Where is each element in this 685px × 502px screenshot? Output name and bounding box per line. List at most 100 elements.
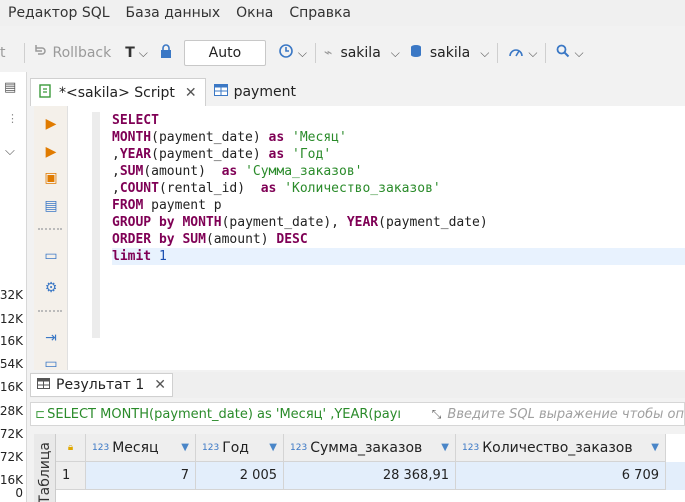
menu-database[interactable]: База данных — [126, 5, 221, 21]
column-header-count[interactable]: 123 Количество_заказов ▼ — [456, 434, 666, 462]
code-token: , — [112, 164, 120, 179]
code-line[interactable]: ,COUNT(rental_id) as 'Количество_заказов… — [112, 180, 685, 197]
tab-result-1[interactable]: Результат 1 ✕ — [30, 373, 173, 397]
tab-sakila-script[interactable]: *<sakila> Script ✕ — [30, 78, 206, 106]
code-line[interactable]: MONTH(payment_date) as 'Месяц' — [112, 129, 685, 146]
gutter-divider — [38, 310, 62, 316]
chevron-down-icon[interactable]: ⌵ — [528, 46, 537, 61]
tab-label: payment — [233, 84, 296, 100]
commit-button-fragment[interactable]: t — [0, 45, 6, 61]
gutter-divider — [38, 228, 62, 234]
column-header-sum[interactable]: 123 Сумма_заказов ▼ — [284, 434, 456, 462]
table-size: 0 — [15, 486, 23, 500]
cell-year[interactable]: 2 005 — [196, 462, 284, 490]
rollback-icon — [33, 44, 47, 62]
chevron-down-icon[interactable]: ⌵ — [5, 144, 15, 159]
grid-mode-tab[interactable]: Таблица — [34, 434, 56, 502]
line-number-ruler — [92, 112, 100, 338]
menu-help[interactable]: Справка — [289, 5, 351, 21]
database-icon — [410, 44, 422, 62]
explain-plan-icon[interactable]: ▤ — [43, 198, 59, 214]
dashboard-icon[interactable] — [508, 44, 524, 62]
code-line[interactable]: GROUP by MONTH(payment_date), YEAR(payme… — [112, 214, 685, 231]
chevron-down-icon[interactable]: ⌵ — [574, 46, 583, 61]
table-size: 16K — [0, 473, 23, 487]
panel-more-icon[interactable]: ⋮ — [7, 112, 18, 125]
format-icon[interactable]: ▭ — [43, 356, 59, 372]
code-token: as — [260, 181, 277, 196]
grid-corner-cell[interactable]: 🔒︎ — [56, 434, 86, 462]
code-token: 'Год' — [292, 147, 332, 162]
chevron-down-icon[interactable]: ⌵ — [139, 46, 148, 61]
row-number[interactable]: 1 — [56, 462, 86, 490]
code-token: as — [221, 164, 238, 179]
menu-windows[interactable]: Окна — [236, 5, 273, 21]
sort-triangle-icon[interactable]: ▼ — [181, 442, 189, 453]
chevron-down-icon[interactable]: ⌵ — [391, 46, 400, 61]
sql-script-icon — [39, 83, 53, 102]
toolbar-separator — [23, 43, 25, 63]
execute-statement-icon[interactable]: ▶ — [43, 116, 59, 132]
rollback-button[interactable]: Rollback — [53, 45, 112, 61]
panel-menu-icon[interactable]: ▤ — [4, 80, 16, 95]
active-datasource[interactable]: sakila — [340, 45, 380, 61]
table-size: 72K — [0, 427, 23, 441]
code-token: 'Сумма_заказов' — [245, 164, 363, 179]
tab-label: *<sakila> Script — [59, 84, 175, 101]
code-token: 'Количество_заказов' — [284, 181, 441, 196]
cell-sum[interactable]: 28 368,91 — [284, 462, 456, 490]
table-size: 72K — [0, 450, 23, 464]
expand-icon[interactable]: ⤡ — [432, 407, 442, 422]
code-line[interactable]: ORDER by SUM(amount) DESC — [112, 231, 685, 248]
tab-label: Результат 1 — [56, 377, 145, 393]
code-token: YEAR — [346, 215, 379, 230]
results-filter-bar: ⊏ SELECT MONTH(payment_date) as 'Месяц' … — [30, 402, 685, 426]
results-grid: 🔒︎ 123 Месяц ▼ 123 Год ▼ 123 Сумма_заказ… — [56, 434, 685, 502]
grid-mode-label: Таблица — [37, 442, 53, 502]
datasource-icon: ⌁ — [324, 45, 333, 61]
table-size: 12K — [0, 312, 23, 326]
code-token: 'Месяц' — [292, 130, 347, 145]
code-token: MONTH — [182, 215, 222, 230]
table-size: 32K — [0, 288, 23, 302]
sort-triangle-icon[interactable]: ▼ — [441, 442, 449, 453]
history-icon[interactable] — [278, 43, 294, 63]
sort-triangle-icon[interactable]: ▼ — [269, 442, 277, 453]
column-header-year[interactable]: 123 Год ▼ — [196, 434, 284, 462]
transaction-mode-select[interactable]: Auto — [183, 40, 266, 66]
close-icon[interactable]: ✕ — [154, 377, 166, 393]
code-line[interactable]: ,YEAR(payment_date) as 'Год' — [112, 146, 685, 163]
transaction-mode-icon[interactable]: T — [125, 45, 135, 61]
search-icon[interactable] — [556, 44, 570, 62]
chevron-down-icon[interactable]: ⌵ — [480, 46, 489, 61]
code-line[interactable]: ,SUM(amount) as 'Сумма_заказов' — [112, 163, 685, 180]
cell-month[interactable]: 7 — [86, 462, 196, 490]
sql-editor[interactable]: SELECT MONTH(payment_date) as 'Месяц' ,YEA… — [68, 106, 685, 370]
export-icon[interactable]: ⇥ — [43, 330, 59, 346]
main-toolbar: t Rollback T ⌵ Auto ⌵ ⌁ sakila ⌵ sakila … — [0, 36, 685, 70]
terminal-icon[interactable]: ▭ — [43, 248, 59, 264]
chevron-down-icon[interactable]: ⌵ — [298, 46, 307, 61]
table-row[interactable]: 1 7 2 005 28 368,91 6 709 — [56, 462, 685, 490]
settings-gear-icon[interactable]: ⚙ — [43, 280, 59, 296]
cell-count[interactable]: 6 709 — [456, 462, 666, 490]
result-grid-icon — [37, 377, 50, 393]
column-header-month[interactable]: 123 Месяц ▼ — [86, 434, 196, 462]
filter-input[interactable]: Введите SQL выражение чтобы оп — [447, 407, 684, 422]
sql-code[interactable]: SELECT MONTH(payment_date) as 'Месяц' ,YEA… — [112, 112, 685, 265]
menu-sql-editor[interactable]: Редактор SQL — [8, 5, 110, 21]
close-icon[interactable]: ✕ — [185, 85, 197, 101]
code-line[interactable]: FROM payment p — [112, 197, 685, 214]
code-line[interactable]: limit 1 — [112, 248, 685, 265]
code-line[interactable]: SELECT — [112, 112, 685, 129]
lock-icon[interactable] — [160, 44, 172, 62]
sort-triangle-icon[interactable]: ▼ — [651, 442, 659, 453]
execute-new-tab-icon[interactable]: ▶ — [43, 144, 59, 160]
column-title: Сумма_заказов — [310, 439, 423, 456]
active-schema[interactable]: sakila — [430, 45, 470, 61]
tab-payment[interactable]: payment — [206, 78, 304, 106]
execute-script-icon[interactable]: ▣ — [43, 170, 59, 186]
